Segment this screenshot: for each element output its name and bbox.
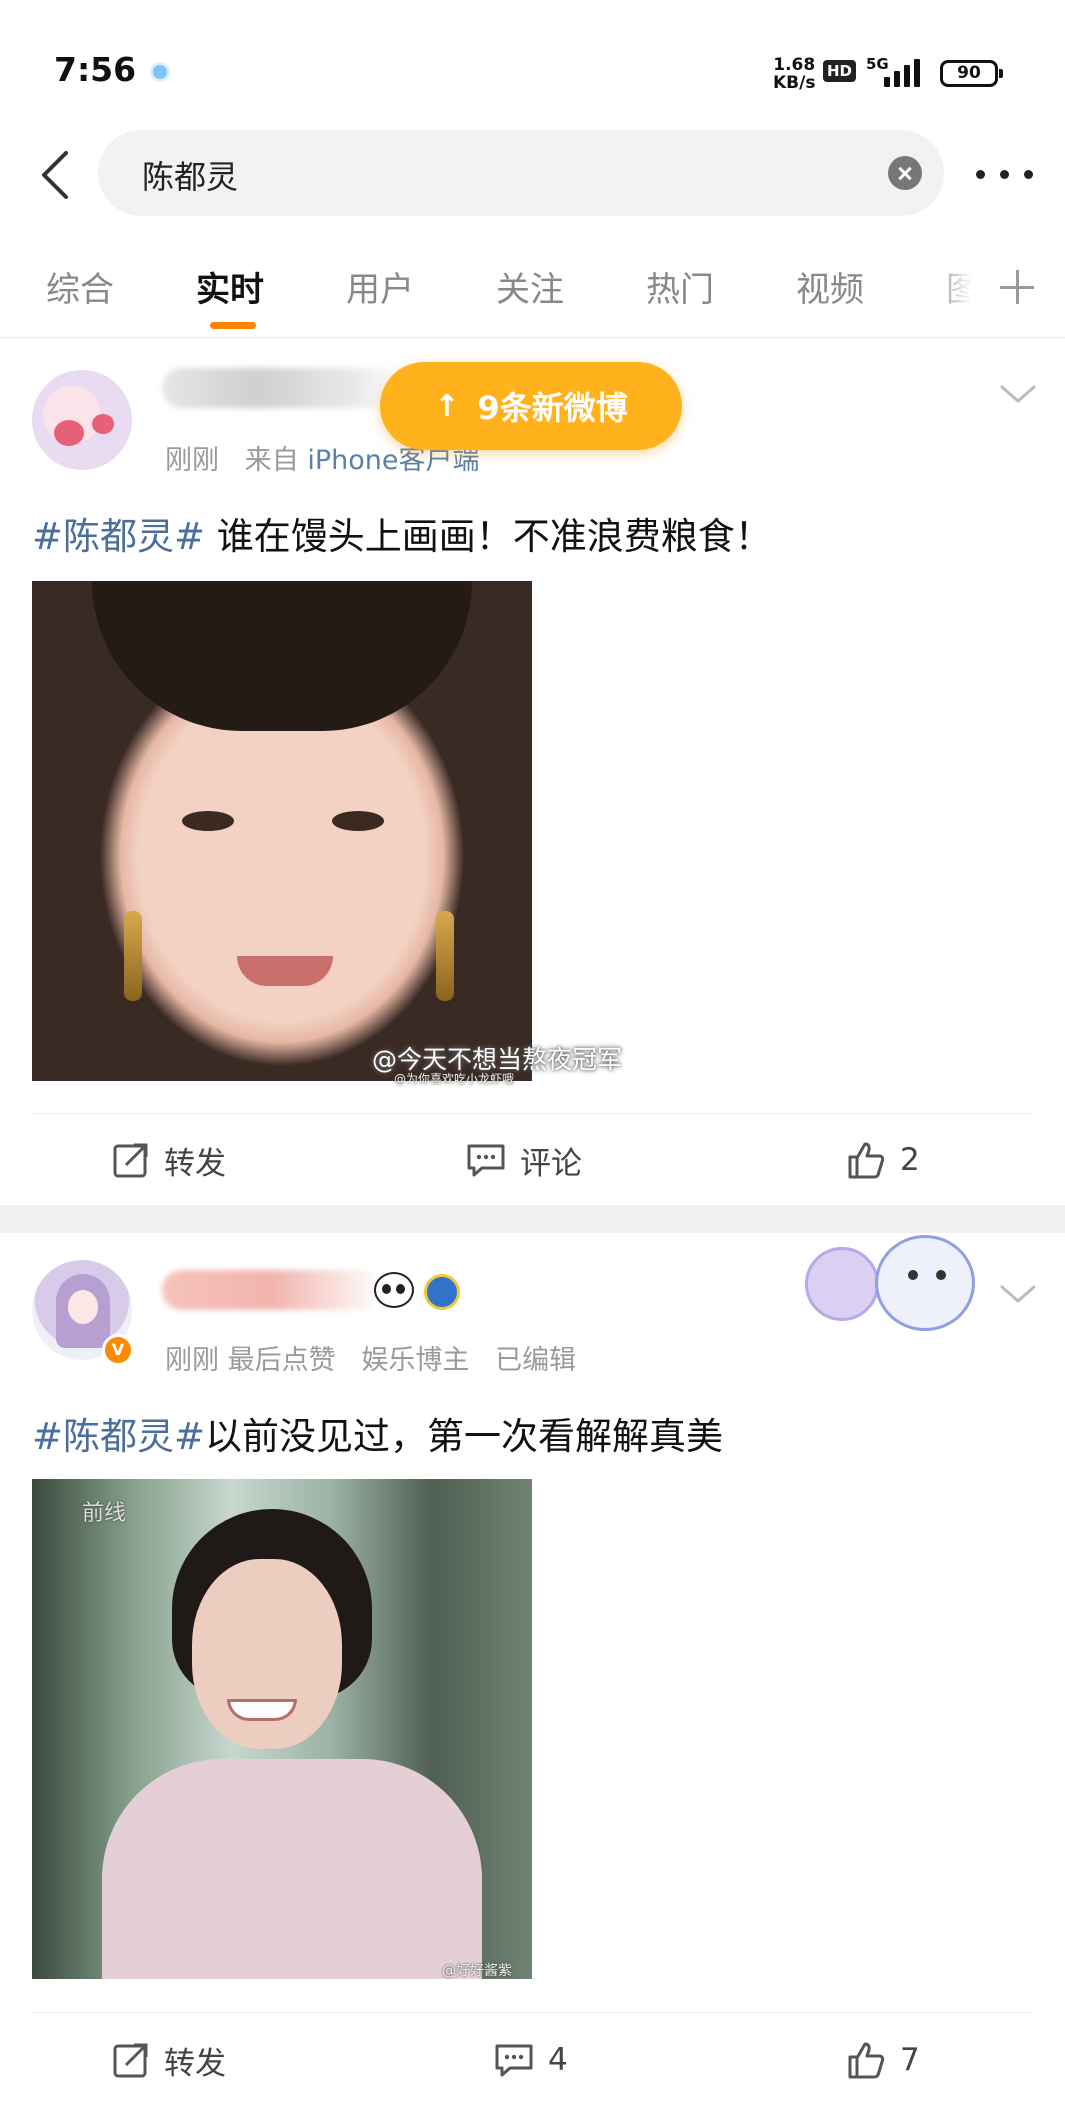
battery-icon: 90 xyxy=(940,60,1003,87)
username-blurred[interactable] xyxy=(162,1270,382,1310)
status-bar: 7:56 1.68 KB/s HD 5G 90 xyxy=(0,0,1065,120)
post-body: 以前没见过，第一次看解解真美 xyxy=(205,1415,724,1458)
image-overlay-text: 前线 xyxy=(82,1501,127,1526)
repost-icon xyxy=(113,2043,148,2078)
signal-icon: 5G xyxy=(866,55,928,89)
like-button[interactable]: 2 xyxy=(846,1130,920,1190)
repost-label: 转发 xyxy=(164,1145,226,1182)
repost-button[interactable]: 转发 xyxy=(112,1130,226,1190)
comment-label: 评论 xyxy=(520,1145,582,1182)
post-time: 刚刚 xyxy=(165,445,219,476)
search-bar[interactable]: 陈都灵 xyxy=(98,130,944,216)
network-speed-unit: KB/s xyxy=(773,73,816,93)
post-actions: 转发 4 7 xyxy=(0,2030,1065,2090)
decorative-stickers xyxy=(805,1235,995,1335)
status-time: 7:56 xyxy=(54,50,137,89)
thumbs-up-icon xyxy=(848,1142,885,1179)
tab-users[interactable]: 用户 xyxy=(346,262,414,311)
divider xyxy=(32,1113,1032,1114)
repost-button[interactable]: 转发 xyxy=(112,2030,226,2090)
plus-icon[interactable] xyxy=(1000,270,1034,304)
network-speed-value: 1.68 xyxy=(773,55,816,75)
network-speed: 1.68 KB/s xyxy=(773,56,815,92)
repost-icon xyxy=(113,1143,148,1178)
post-actions: 转发 评论 2 xyxy=(0,1130,1065,1190)
tab-bar: 综合 实时 用户 关注 热门 视频 图 xyxy=(0,250,1065,335)
edited-flag: 已编辑 xyxy=(495,1345,577,1376)
network-type: 5G xyxy=(866,55,889,73)
tab-video[interactable]: 视频 xyxy=(796,262,864,311)
tab-following[interactable]: 关注 xyxy=(496,262,564,311)
chevron-down-icon[interactable] xyxy=(1000,384,1036,404)
post-text: #陈都灵# 谁在馒头上画画！不准浪费粮食！ xyxy=(32,506,772,560)
post-body: 谁在馒头上画画！不准浪费粮食！ xyxy=(205,515,772,558)
post-time: 刚刚 xyxy=(165,1345,219,1376)
like-count: 7 xyxy=(900,2042,920,2078)
clear-icon[interactable] xyxy=(888,156,922,190)
divider xyxy=(0,337,1065,338)
member-badge-icon xyxy=(424,1274,460,1310)
avatar[interactable] xyxy=(32,370,132,470)
like-count: 2 xyxy=(900,1142,920,1178)
thumbs-up-icon xyxy=(848,2042,885,2079)
last-liked: 最后点赞 xyxy=(227,1345,336,1376)
panda-emoji-icon xyxy=(374,1272,414,1308)
chevron-down-icon[interactable] xyxy=(1000,1284,1036,1304)
new-posts-label: 9条新微博 xyxy=(477,389,628,427)
divider xyxy=(32,2012,1032,2013)
comment-button[interactable]: 评论 xyxy=(466,1130,582,1190)
hashtag-link[interactable]: #陈都灵# xyxy=(32,1415,205,1458)
like-button[interactable]: 7 xyxy=(846,2030,920,2090)
hashtag-link[interactable]: #陈都灵# xyxy=(32,515,205,558)
verified-badge-icon: V xyxy=(102,1334,134,1366)
search-query[interactable]: 陈都灵 xyxy=(142,152,238,198)
new-posts-toast[interactable]: ↑ 9条新微博 xyxy=(380,362,682,450)
image-watermark-small: @为你喜欢吃小龙虾哦 xyxy=(394,1072,515,1086)
more-icon[interactable] xyxy=(976,170,1036,180)
comment-count: 4 xyxy=(548,2042,568,2078)
tab-hot[interactable]: 热门 xyxy=(646,262,714,311)
up-arrow-icon: ↑ xyxy=(434,388,460,424)
back-arrow-icon[interactable] xyxy=(38,150,74,200)
user-role: 娱乐博主 xyxy=(361,1345,470,1376)
post-image[interactable] xyxy=(32,581,532,1081)
notification-icon xyxy=(150,62,170,82)
post-text: #陈都灵#以前没见过，第一次看解解真美 xyxy=(32,1406,723,1460)
tab-realtime[interactable]: 实时 xyxy=(196,262,264,311)
repost-label: 转发 xyxy=(164,2045,226,2082)
tab-comprehensive[interactable]: 综合 xyxy=(46,262,114,311)
comment-button[interactable]: 4 xyxy=(494,2030,568,2090)
image-watermark-small: @好好酱紫 xyxy=(442,1963,512,1979)
post-source-prefix: 来自 xyxy=(244,445,299,476)
hd-badge: HD xyxy=(823,60,857,82)
comment-icon xyxy=(495,2044,533,2077)
post-image[interactable]: 前线 xyxy=(32,1479,532,1979)
username-blurred[interactable] xyxy=(162,368,402,408)
active-tab-indicator xyxy=(210,322,256,329)
post-meta: 刚刚 最后点赞 娱乐博主 已编辑 xyxy=(165,1338,576,1377)
comment-icon xyxy=(467,1144,505,1177)
section-gap xyxy=(0,1205,1065,1233)
